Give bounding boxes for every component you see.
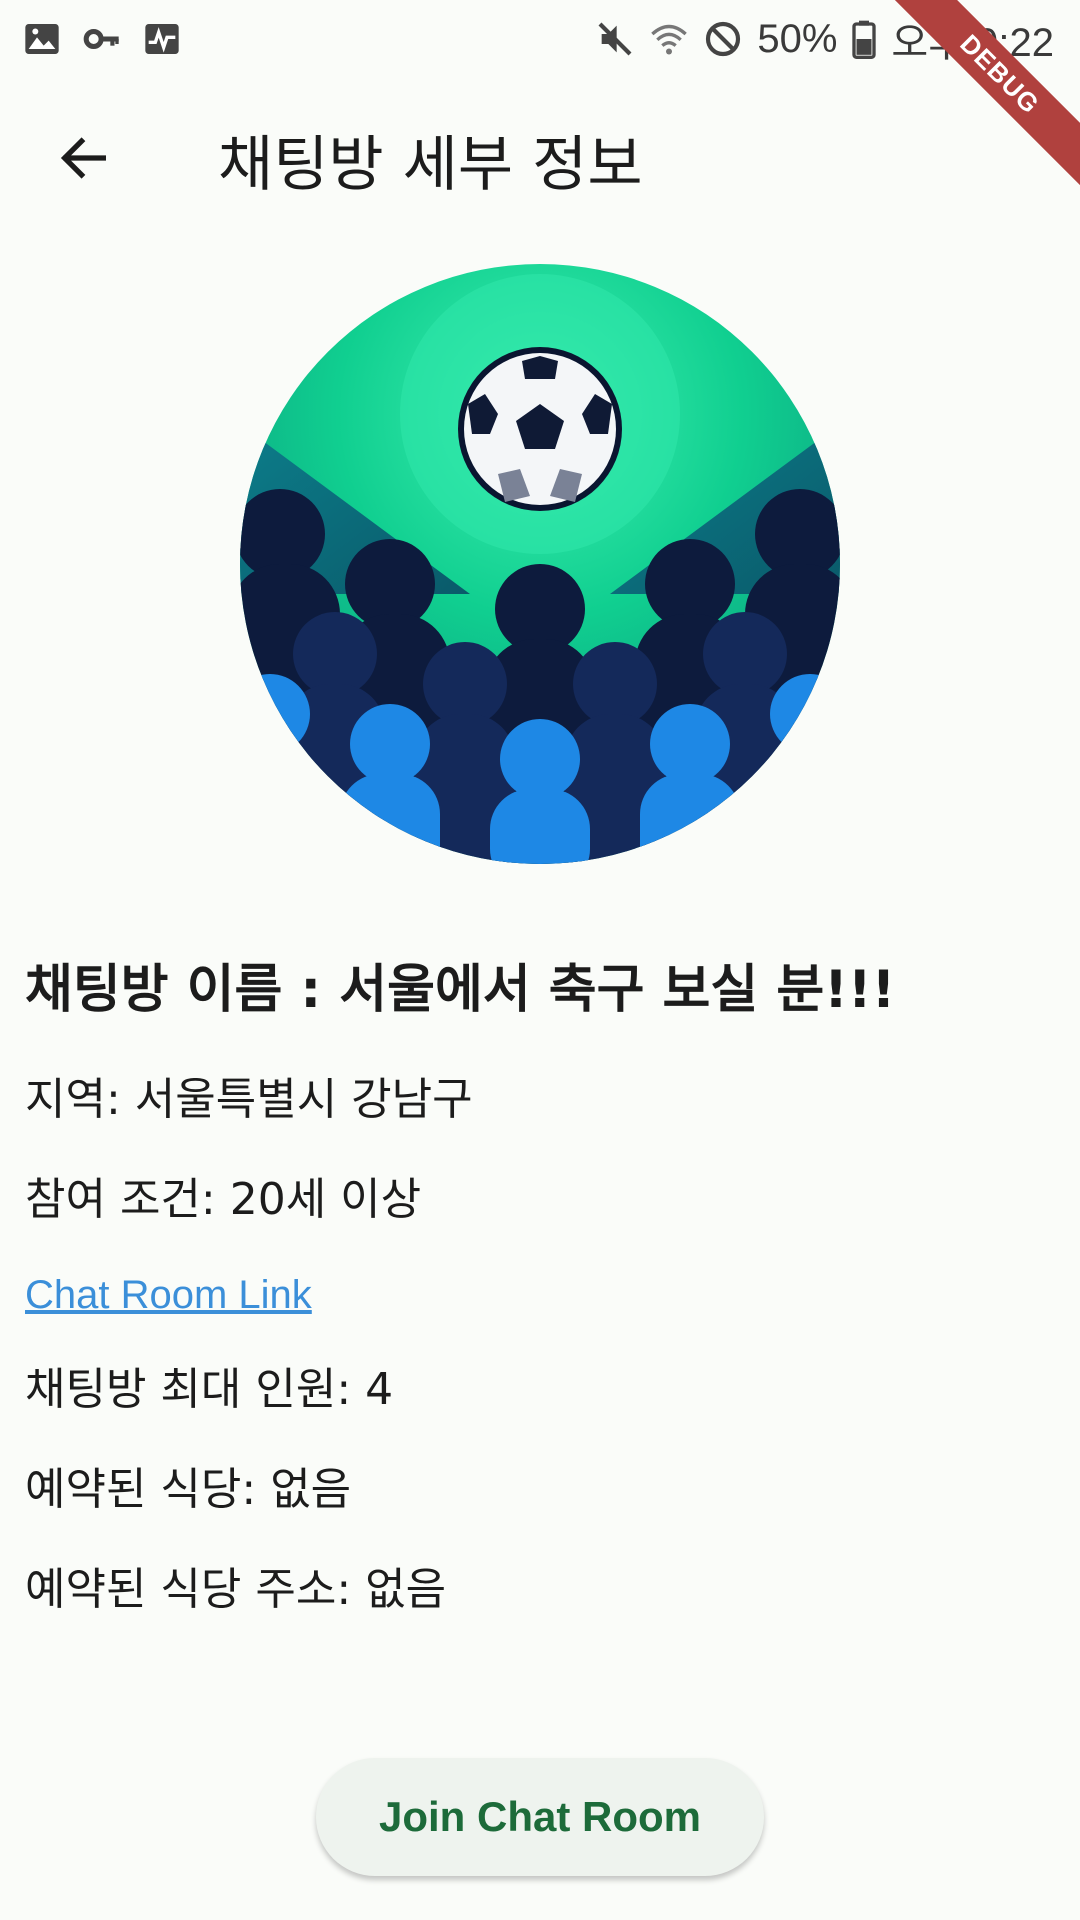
reserved-restaurant-address: 예약된 식당 주소: 없음 (25, 1564, 447, 1615)
chat-room-image (240, 264, 840, 864)
battery-icon (851, 19, 877, 60)
blocked-icon (703, 19, 743, 59)
room-max-members: 채팅방 최대 인원: 4 (25, 1364, 394, 1415)
activity-icon (142, 19, 182, 59)
room-condition: 참여 조건: 20세 이상 (25, 1174, 422, 1225)
room-region: 지역: 서울특별시 강남구 (25, 1074, 473, 1125)
reserved-restaurant: 예약된 식당: 없음 (25, 1464, 352, 1515)
wifi-icon (649, 19, 689, 59)
app-bar: 채팅방 세부 정보 (0, 78, 1080, 228)
page-title: 채팅방 세부 정보 (218, 130, 643, 200)
back-button[interactable] (40, 114, 128, 202)
mute-icon (595, 19, 635, 59)
room-name: 채팅방 이름 : 서울에서 축구 보실 분!!! (25, 960, 896, 1020)
image-icon (22, 19, 62, 59)
chat-room-link[interactable]: Chat Room Link (25, 1250, 1055, 1340)
room-details: 채팅방 이름 : 서울에서 축구 보실 분!!! 지역: 서울특별시 강남구 참… (25, 950, 1055, 1640)
join-chat-room-button[interactable]: Join Chat Room (316, 1758, 764, 1876)
arrow-back-icon (60, 137, 106, 179)
key-icon (82, 19, 122, 59)
battery-percent: 50% (757, 16, 838, 61)
status-left (0, 19, 182, 59)
